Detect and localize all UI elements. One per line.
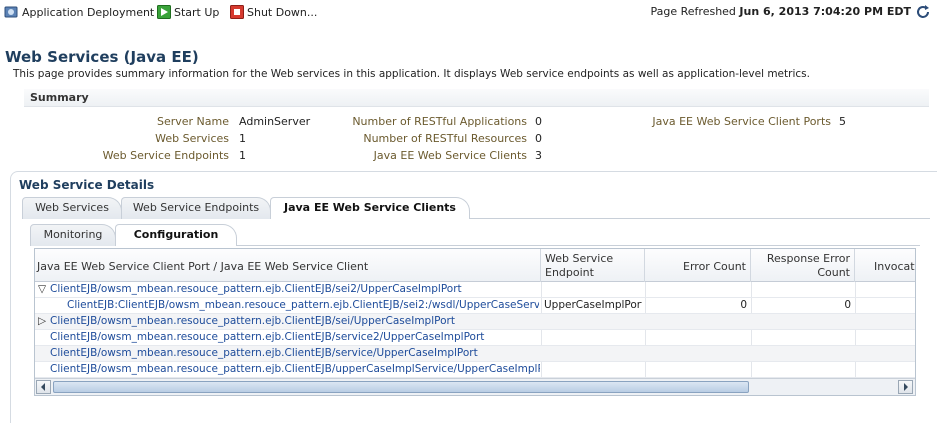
restful-applications-value: 0 — [535, 115, 542, 128]
column-response-error-label-1: Response Error — [766, 252, 850, 265]
client-port-name[interactable]: ClientEJB/owsm_mbean.resouce_pattern.ejb… — [50, 346, 540, 362]
summary-header: Summary — [24, 89, 929, 107]
client-port-name[interactable]: ClientEJB:ClientEJB/owsm_mbean.resouce_p… — [67, 298, 539, 314]
server-name-value: AdminServer — [239, 115, 311, 128]
page-refreshed-value: Jun 6, 2013 7:04:20 PM EDT — [739, 5, 911, 18]
tab-web-services[interactable]: Web Services — [22, 197, 122, 219]
page-refreshed-label: Page Refreshed — [650, 5, 736, 18]
scroll-right-icon[interactable] — [898, 380, 913, 394]
tab-web-service-endpoints[interactable]: Web Service Endpoints — [121, 197, 271, 219]
restful-resources-label: Number of RESTful Resources — [363, 132, 527, 145]
table-row[interactable]: ClientEJB/owsm_mbean.resouce_pattern.ejb… — [35, 362, 915, 378]
column-endpoint[interactable]: Web Service Endpoint — [541, 249, 645, 282]
table-header: Java EE Web Service Client Port / Java E… — [35, 249, 915, 282]
column-client-port[interactable]: Java EE Web Service Client Port / Java E… — [35, 249, 541, 282]
summary-header-label: Summary — [30, 91, 89, 104]
web-service-client-ports-label: Java EE Web Service Client Ports — [652, 115, 831, 128]
tab-java-ee-web-service-clients[interactable]: Java EE Web Service Clients — [270, 197, 470, 219]
column-invocation[interactable]: Invocatio — [855, 249, 915, 282]
table-row[interactable]: ClientEJB/owsm_mbean.resouce_pattern.ejb… — [35, 346, 915, 362]
client-port-name[interactable]: ClientEJB/owsm_mbean.resouce_pattern.ejb… — [50, 282, 540, 298]
web-service-clients-label: Java EE Web Service Clients — [373, 149, 527, 162]
error-count-value: 0 — [740, 299, 747, 311]
table-row[interactable]: ▷ ClientEJB/owsm_mbean.resouce_pattern.e… — [35, 314, 915, 330]
refresh-icon[interactable] — [915, 4, 931, 20]
column-endpoint-label-1: Web Service — [545, 252, 614, 265]
shut-down-label: Shut Down... — [247, 6, 318, 19]
collapse-icon[interactable]: ▽ — [38, 282, 50, 298]
scrollbar-thumb[interactable] — [53, 381, 749, 393]
column-response-error-label-2: Count — [817, 266, 850, 279]
restful-resources-value: 0 — [535, 132, 542, 145]
shut-down-button[interactable]: Shut Down... — [247, 5, 317, 21]
page-description: This page provides summary information f… — [13, 68, 810, 80]
column-error-count-label: Error Count — [683, 260, 746, 273]
client-port-name[interactable]: ClientEJB/owsm_mbean.resouce_pattern.ejb… — [50, 314, 540, 330]
client-port-name[interactable]: ClientEJB/owsm_mbean.resouce_pattern.ejb… — [50, 330, 540, 346]
column-response-error-count[interactable]: Response Error Count — [751, 249, 855, 282]
client-port-name[interactable]: ClientEJB/owsm_mbean.resouce_pattern.ejb… — [50, 362, 540, 378]
start-up-label: Start Up — [174, 6, 220, 19]
tab-configuration[interactable]: Configuration — [115, 224, 237, 246]
horizontal-scrollbar[interactable] — [35, 378, 915, 395]
shut-down-icon — [230, 5, 244, 19]
column-client-port-label: Java EE Web Service Client Port / Java E… — [37, 260, 369, 273]
restful-applications-label: Number of RESTful Applications — [352, 115, 527, 128]
application-deployment-label: Application Deployment — [22, 6, 155, 19]
web-services-value: 1 — [239, 132, 246, 145]
start-up-icon — [157, 5, 171, 19]
table-row[interactable]: ClientEJB:ClientEJB/owsm_mbean.resouce_p… — [35, 298, 915, 314]
table-row[interactable]: ClientEJB/owsm_mbean.resouce_pattern.ejb… — [35, 330, 915, 346]
start-up-button[interactable]: Start Up — [174, 5, 219, 21]
web-services-label: Web Services — [155, 132, 229, 145]
web-service-details-title: Web Service Details — [19, 178, 155, 192]
web-service-endpoints-label: Web Service Endpoints — [102, 149, 229, 162]
column-invocation-label: Invocatio — [874, 260, 915, 273]
web-service-clients-value: 3 — [535, 149, 542, 162]
toolbar: Application Deployment ▼ Start Up Shut D… — [0, 0, 937, 26]
server-name-label: Server Name — [156, 115, 229, 128]
web-service-endpoints-value: 1 — [239, 149, 246, 162]
client-ports-table: Java EE Web Service Client Port / Java E… — [34, 248, 916, 396]
page-refreshed: Page Refreshed Jun 6, 2013 7:04:20 PM ED… — [651, 5, 912, 18]
endpoint-value: UpperCaseImplPort — [544, 299, 642, 311]
tab-monitoring[interactable]: Monitoring — [30, 224, 116, 246]
response-error-count-value: 0 — [844, 299, 851, 311]
page-title: Web Services (Java EE) — [5, 48, 199, 66]
column-endpoint-label-2: Endpoint — [545, 266, 594, 279]
app-deployment-icon — [4, 6, 18, 18]
column-error-count[interactable]: Error Count — [645, 249, 751, 282]
scroll-left-icon[interactable] — [36, 380, 51, 394]
web-service-client-ports-value: 5 — [839, 115, 846, 128]
application-deployment-menu[interactable]: Application Deployment ▼ — [22, 5, 167, 21]
expand-icon[interactable]: ▷ — [38, 314, 50, 330]
table-row[interactable]: ▽ ClientEJB/owsm_mbean.resouce_pattern.e… — [35, 282, 915, 298]
